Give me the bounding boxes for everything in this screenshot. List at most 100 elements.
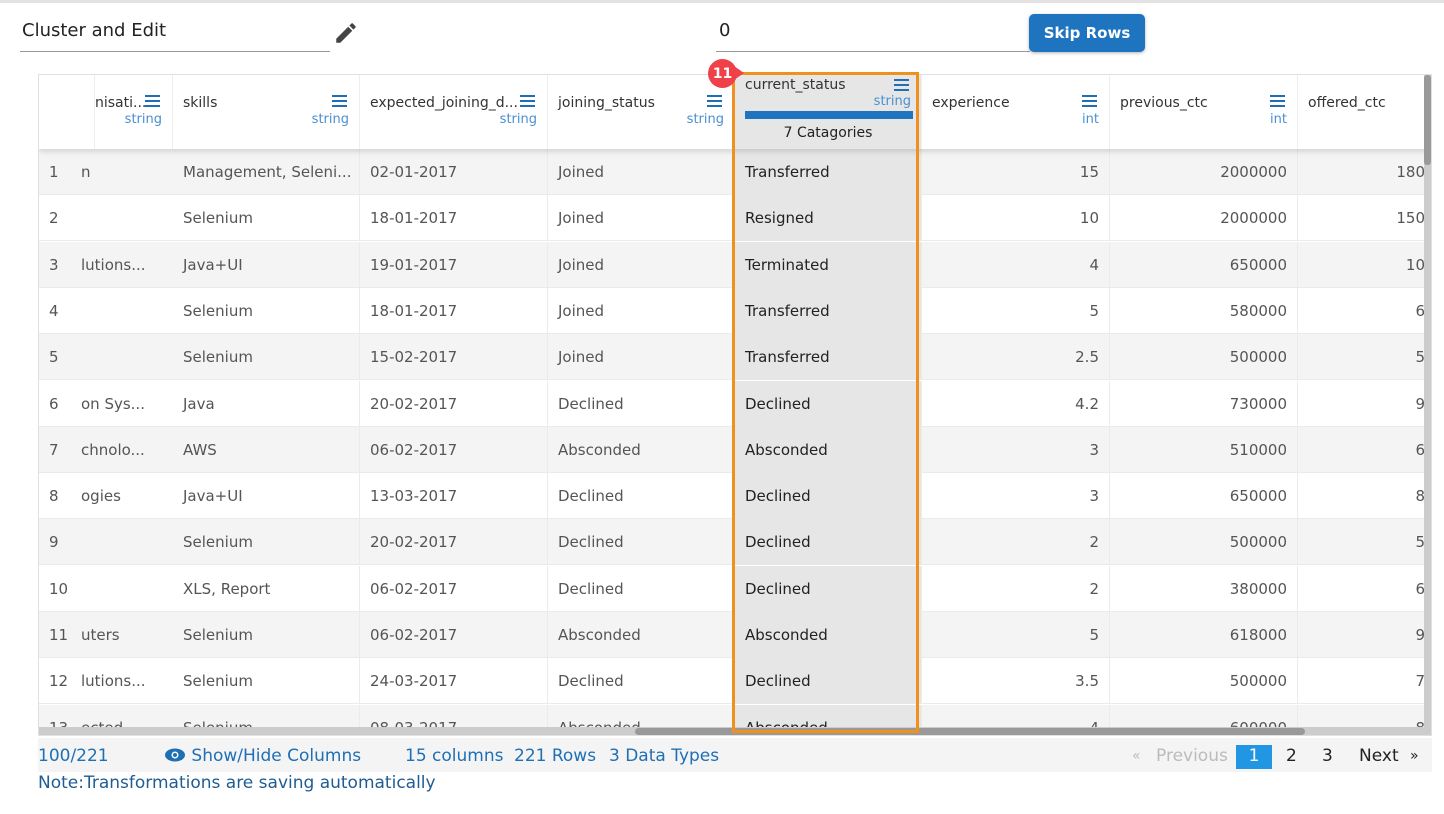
page-2-button[interactable]: 2 [1286, 746, 1297, 766]
vertical-scroll-thumb[interactable] [1424, 75, 1431, 165]
skills-cell[interactable]: Selenium [173, 612, 360, 658]
column-header-skills[interactable]: skills string [173, 75, 360, 149]
organisation-cell[interactable] [81, 566, 173, 612]
current-status-cell[interactable]: Absconded [735, 612, 922, 658]
column-header-current_status[interactable]: current_status string 7 Catagories [735, 75, 922, 149]
expected-joining-date-cell[interactable]: 24-03-2017 [360, 658, 548, 705]
experience-cell[interactable]: 3 [922, 473, 1110, 520]
column-menu-icon[interactable] [707, 95, 722, 107]
expected-joining-date-cell[interactable]: 20-02-2017 [360, 380, 548, 427]
offered-ctc-cell[interactable]: 8 [1298, 473, 1426, 520]
column-menu-icon[interactable] [332, 95, 347, 107]
skip-rows-input[interactable]: 0 [716, 16, 1030, 52]
previous-ctc-cell[interactable]: 730000 [1110, 380, 1298, 427]
vertical-scrollbar[interactable] [1424, 75, 1431, 727]
joining-status-cell[interactable]: Joined [548, 334, 735, 381]
horizontal-scroll-thumb[interactable] [635, 728, 1305, 735]
organisation-cell[interactable]: ogies [81, 473, 173, 519]
current-status-cell[interactable]: Declined [735, 380, 922, 427]
table-row[interactable]: 2 Selenium 18-01-2017 Joined Resigned 10 20000… [39, 195, 1431, 242]
current-status-cell[interactable]: Transferred [735, 287, 922, 334]
organisation-cell[interactable] [81, 519, 173, 565]
column-header-joining_status[interactable]: joining_status string [548, 75, 735, 149]
column-menu-icon[interactable] [145, 95, 160, 107]
table-row[interactable]: 8 ogies Java+UI 13-03-2017 Declined Declined 3… [39, 473, 1431, 520]
offered-ctc-cell[interactable]: 180 [1298, 149, 1426, 195]
experience-cell[interactable]: 3 [922, 426, 1110, 473]
experience-cell[interactable]: 10 [922, 195, 1110, 242]
joining-status-cell[interactable]: Declined [548, 519, 735, 566]
current-status-cell[interactable]: Declined [735, 658, 922, 705]
joining-status-cell[interactable]: Joined [548, 195, 735, 242]
offered-ctc-cell[interactable]: 5 [1298, 334, 1426, 381]
joining-status-cell[interactable]: Declined [548, 473, 735, 520]
previous-ctc-cell[interactable]: 650000 [1110, 241, 1298, 288]
experience-cell[interactable]: 15 [922, 149, 1110, 195]
expected-joining-date-cell[interactable]: 06-02-2017 [360, 565, 548, 612]
previous-ctc-cell[interactable]: 618000 [1110, 612, 1298, 658]
previous-ctc-cell[interactable]: 500000 [1110, 519, 1298, 566]
current-status-cell[interactable]: Transferred [735, 334, 922, 381]
column-header-offered_ctc[interactable]: offered_ctc [1298, 75, 1428, 149]
current-status-cell[interactable]: Absconded [735, 426, 922, 473]
previous-ctc-cell[interactable]: 500000 [1110, 658, 1298, 705]
current-status-cell[interactable]: Declined [735, 519, 922, 566]
skills-cell[interactable]: Java+UI [173, 473, 360, 520]
previous-ctc-cell[interactable]: 650000 [1110, 473, 1298, 520]
previous-ctc-cell[interactable]: 2000000 [1110, 149, 1298, 195]
table-row[interactable]: 3 lutions... Java+UI 19-01-2017 Joined Termin… [39, 241, 1431, 288]
expected-joining-date-cell[interactable]: 18-01-2017 [360, 195, 548, 242]
offered-ctc-cell[interactable]: 6 [1298, 287, 1426, 334]
table-row[interactable]: 7 chnolo... AWS 06-02-2017 Absconded Absconde… [39, 426, 1431, 473]
previous-ctc-cell[interactable]: 380000 [1110, 565, 1298, 612]
column-header-expected_joining_d[interactable]: expected_joining_d... string [360, 75, 548, 149]
table-row[interactable]: 1 n Management, Seleni... 02-01-2017 Joined T… [39, 149, 1431, 195]
joining-status-cell[interactable]: Joined [548, 287, 735, 334]
current-status-cell[interactable]: Transferred [735, 149, 922, 195]
previous-ctc-cell[interactable]: 510000 [1110, 426, 1298, 473]
offered-ctc-cell[interactable]: 6 [1298, 426, 1426, 473]
column-menu-icon[interactable] [1082, 95, 1097, 107]
skills-cell[interactable]: Selenium [173, 334, 360, 381]
skills-cell[interactable]: AWS [173, 426, 360, 473]
organisation-cell[interactable]: uters [81, 612, 173, 658]
offered-ctc-cell[interactable]: 9 [1298, 380, 1426, 427]
experience-cell[interactable]: 5 [922, 287, 1110, 334]
skills-cell[interactable]: Selenium [173, 287, 360, 334]
skip-rows-button[interactable]: Skip Rows [1029, 14, 1145, 52]
expected-joining-date-cell[interactable]: 15-02-2017 [360, 334, 548, 381]
offered-ctc-cell[interactable]: 5 [1298, 519, 1426, 566]
skills-cell[interactable]: Management, Seleni... [173, 149, 360, 195]
offered-ctc-cell[interactable]: 10 [1298, 241, 1426, 288]
column-header-nisati[interactable]: nisati... string [95, 75, 173, 149]
page-3-button[interactable]: 3 [1322, 746, 1333, 766]
table-row[interactable]: 4 Selenium 18-01-2017 Joined Transferred 5 580… [39, 287, 1431, 334]
title-input[interactable]: Cluster and Edit [20, 16, 330, 52]
current-status-cell[interactable]: Resigned [735, 195, 922, 242]
expected-joining-date-cell[interactable]: 19-01-2017 [360, 241, 548, 288]
skills-cell[interactable]: Selenium [173, 195, 360, 242]
skills-cell[interactable]: Selenium [173, 519, 360, 566]
table-row[interactable]: 10 XLS, Report 06-02-2017 Declined Declined 2… [39, 565, 1431, 612]
organisation-cell[interactable] [81, 334, 173, 380]
expected-joining-date-cell[interactable]: 02-01-2017 [360, 149, 548, 195]
current-status-cell[interactable]: Terminated [735, 241, 922, 288]
pencil-icon[interactable] [333, 20, 359, 46]
previous-ctc-cell[interactable]: 500000 [1110, 334, 1298, 381]
organisation-cell[interactable]: on Sys... [81, 381, 173, 427]
table-row[interactable]: 6 on Sys... Java 20-02-2017 Declined Declined… [39, 380, 1431, 427]
horizontal-scrollbar[interactable] [39, 727, 1431, 735]
expected-joining-date-cell[interactable]: 13-03-2017 [360, 473, 548, 520]
column-menu-icon[interactable] [1270, 95, 1285, 107]
joining-status-cell[interactable]: Joined [548, 241, 735, 288]
offered-ctc-cell[interactable]: 9 [1298, 612, 1426, 658]
organisation-cell[interactable]: lutions... [81, 658, 173, 704]
column-header-previous_ctc[interactable]: previous_ctc int [1110, 75, 1298, 149]
organisation-cell[interactable] [81, 288, 173, 334]
expected-joining-date-cell[interactable]: 06-02-2017 [360, 426, 548, 473]
table-row[interactable]: 5 Selenium 15-02-2017 Joined Transferred 2.5 5… [39, 334, 1431, 381]
experience-cell[interactable]: 2 [922, 519, 1110, 566]
experience-cell[interactable]: 3.5 [922, 658, 1110, 705]
skills-cell[interactable]: Java+UI [173, 241, 360, 288]
show-hide-columns-link[interactable]: Show/Hide Columns [164, 746, 361, 766]
